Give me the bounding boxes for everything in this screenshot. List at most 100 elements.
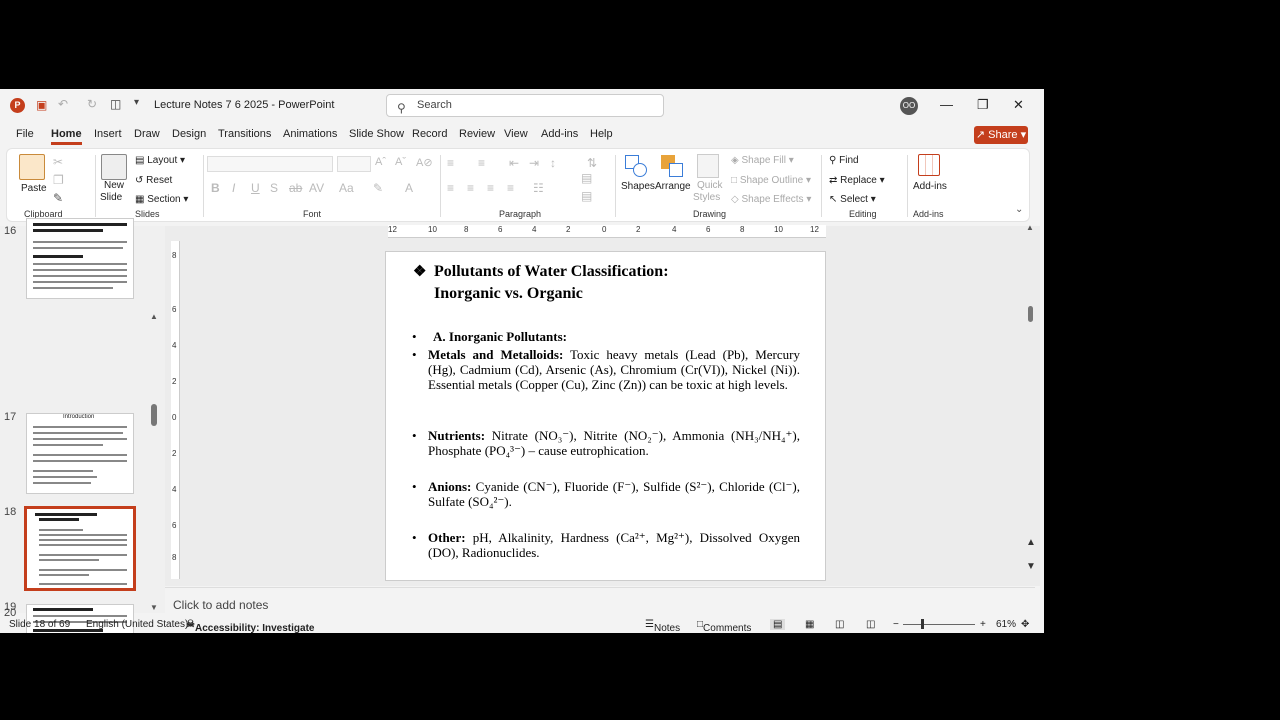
redo-icon[interactable]: ↻ xyxy=(87,97,97,111)
tab-record[interactable]: Record xyxy=(412,128,447,140)
bullet-metals[interactable]: • Metals and Metalloids: Toxic heavy met… xyxy=(412,347,800,392)
slide-thumbnail-16[interactable] xyxy=(26,218,134,299)
bullets-icon[interactable]: ≡ xyxy=(447,156,454,170)
paste-button[interactable]: Paste xyxy=(21,183,47,194)
tab-insert[interactable]: Insert xyxy=(94,128,122,140)
reset-button[interactable]: ↺ Reset xyxy=(135,175,172,186)
accessibility-indicator[interactable]: ☠ Accessibility: Investigate xyxy=(186,619,314,634)
paste-icon[interactable] xyxy=(19,154,45,180)
underline-icon[interactable]: U xyxy=(251,181,260,195)
zoom-in-button[interactable]: + xyxy=(980,619,986,630)
find-button[interactable]: ⚲ Find xyxy=(829,155,859,166)
strikethrough-icon[interactable]: ab xyxy=(289,181,302,195)
shapes-icon[interactable] xyxy=(625,155,647,177)
increase-indent-icon[interactable]: ⇥ xyxy=(529,156,539,170)
undo-icon[interactable]: ↶ xyxy=(58,97,68,111)
tab-transitions[interactable]: Transitions xyxy=(218,128,271,140)
collapse-ribbon-icon[interactable]: ⌄ xyxy=(1015,204,1023,215)
change-case-icon[interactable]: Aa xyxy=(339,181,354,195)
grow-font-icon[interactable]: Aˆ xyxy=(375,156,386,168)
replace-button[interactable]: ⇄ Replace ▾ xyxy=(829,175,885,186)
thumb-scroll-up-icon[interactable]: ▲ xyxy=(150,312,158,321)
avatar[interactable]: OO xyxy=(900,97,918,115)
layout-button[interactable]: ▤ Layout ▾ xyxy=(135,155,185,166)
align-text-icon[interactable]: ▤ xyxy=(581,171,592,185)
addins-icon[interactable] xyxy=(918,154,940,176)
slide-thumbnail-17[interactable]: Introduction xyxy=(26,413,134,494)
shape-fill-button[interactable]: ◈ Shape Fill ▾ xyxy=(731,155,794,166)
thumbnails-scrollbar-thumb[interactable] xyxy=(151,404,157,426)
shape-outline-button[interactable]: □ Shape Outline ▾ xyxy=(731,175,811,186)
tab-review[interactable]: Review xyxy=(459,128,495,140)
minimize-icon[interactable]: — xyxy=(940,97,953,112)
tab-animations[interactable]: Animations xyxy=(283,128,337,140)
zoom-slider[interactable] xyxy=(903,624,975,625)
quick-styles-label-1[interactable]: Quick xyxy=(697,180,723,191)
bullet-anions[interactable]: • Anions: Cyanide (CN⁻), Fluoride (F⁻), … xyxy=(412,479,800,510)
notes-button[interactable]: ☰ Notes xyxy=(645,619,680,634)
cut-icon[interactable]: ✂ xyxy=(53,155,63,169)
search-input[interactable]: ⚲ Search xyxy=(386,94,664,117)
bold-icon[interactable]: B xyxy=(211,181,220,195)
highlight-icon[interactable]: ✎ xyxy=(373,181,383,195)
format-painter-icon[interactable]: ✎ xyxy=(53,191,63,205)
text-direction-icon[interactable]: ⇅ xyxy=(587,156,597,170)
font-size-combo[interactable] xyxy=(337,156,371,172)
spacing-icon[interactable]: AV xyxy=(309,181,324,195)
thumb-scroll-down-icon[interactable]: ▼ xyxy=(150,603,158,612)
italic-icon[interactable]: I xyxy=(232,181,235,195)
bullet-nutrients[interactable]: • Nutrients: Nitrate (NO₃⁻), Nitrite (NO… xyxy=(412,428,800,459)
clear-format-icon[interactable]: A⊘ xyxy=(416,156,433,169)
zoom-out-button[interactable]: − xyxy=(893,619,899,630)
zoom-level[interactable]: 61% xyxy=(996,619,1016,630)
slide-counter[interactable]: Slide 18 of 69 xyxy=(9,619,70,630)
numbering-icon[interactable]: ≡ xyxy=(478,156,485,170)
slide-show-icon[interactable]: ◫ xyxy=(866,619,875,630)
close-icon[interactable]: ✕ xyxy=(1013,97,1024,113)
tab-file[interactable]: File xyxy=(16,128,34,140)
reading-view-icon[interactable]: ◫ xyxy=(835,619,844,630)
new-slide-label-1[interactable]: New xyxy=(104,180,124,191)
tab-slide-show[interactable]: Slide Show xyxy=(349,128,404,140)
tab-draw[interactable]: Draw xyxy=(134,128,160,140)
smartart-icon[interactable]: ▤ xyxy=(581,189,592,203)
scroll-up-icon[interactable]: ▲ xyxy=(1026,223,1034,232)
copy-icon[interactable]: ❐ xyxy=(53,173,64,187)
normal-view-icon[interactable]: ▤ xyxy=(770,619,786,630)
notes-pane[interactable]: Click to add notes xyxy=(165,587,1035,615)
shapes-button[interactable]: Shapes xyxy=(621,181,655,192)
current-slide[interactable]: ❖ Pollutants of Water Classification: In… xyxy=(385,251,826,581)
bullet-other[interactable]: • Other: pH, Alkalinity, Hardness (Ca²⁺,… xyxy=(412,530,800,561)
arrange-icon[interactable] xyxy=(661,155,683,177)
tab-design[interactable]: Design xyxy=(172,128,206,140)
font-name-combo[interactable] xyxy=(207,156,333,172)
quick-styles-icon[interactable] xyxy=(697,154,719,178)
line-spacing-icon[interactable]: ↕ xyxy=(550,156,556,170)
quick-styles-label-2[interactable]: Styles xyxy=(693,192,720,203)
tab-help[interactable]: Help xyxy=(590,128,613,140)
share-button[interactable]: ↗ Share ▾ xyxy=(974,126,1028,144)
select-button[interactable]: ↖ Select ▾ xyxy=(829,194,876,205)
section-button[interactable]: ▦ Section ▾ xyxy=(135,194,188,205)
justify-icon[interactable]: ≡ xyxy=(507,181,514,195)
tab-addins[interactable]: Add-ins xyxy=(541,128,578,140)
align-left-icon[interactable]: ≡ xyxy=(447,181,454,195)
slide-sorter-icon[interactable]: ▦ xyxy=(805,619,814,630)
align-center-icon[interactable]: ≡ xyxy=(467,181,474,195)
language-indicator[interactable]: English (United States) xyxy=(86,619,188,630)
font-color-icon[interactable]: A xyxy=(405,181,413,195)
customize-toolbar-icon[interactable]: ▾ xyxy=(134,97,139,108)
slide-scrollbar-thumb[interactable] xyxy=(1028,306,1033,322)
save-icon[interactable]: ▣ xyxy=(36,98,47,112)
next-slide-icon[interactable]: ▼ xyxy=(1026,561,1036,572)
decrease-indent-icon[interactable]: ⇤ xyxy=(509,156,519,170)
present-icon[interactable]: ◫ xyxy=(110,97,121,111)
bullet-sub-heading[interactable]: • A. Inorganic Pollutants: xyxy=(412,329,800,345)
shrink-font-icon[interactable]: Aˇ xyxy=(395,156,406,168)
slide-vertical-scrollbar[interactable]: ▲ ▲ ▼ xyxy=(1026,223,1036,575)
tab-home[interactable]: Home xyxy=(51,128,82,145)
tab-view[interactable]: View xyxy=(504,128,528,140)
fit-slide-icon[interactable]: ✥ xyxy=(1021,619,1029,630)
shadow-icon[interactable]: S xyxy=(270,181,278,195)
addins-button[interactable]: Add-ins xyxy=(913,181,947,192)
